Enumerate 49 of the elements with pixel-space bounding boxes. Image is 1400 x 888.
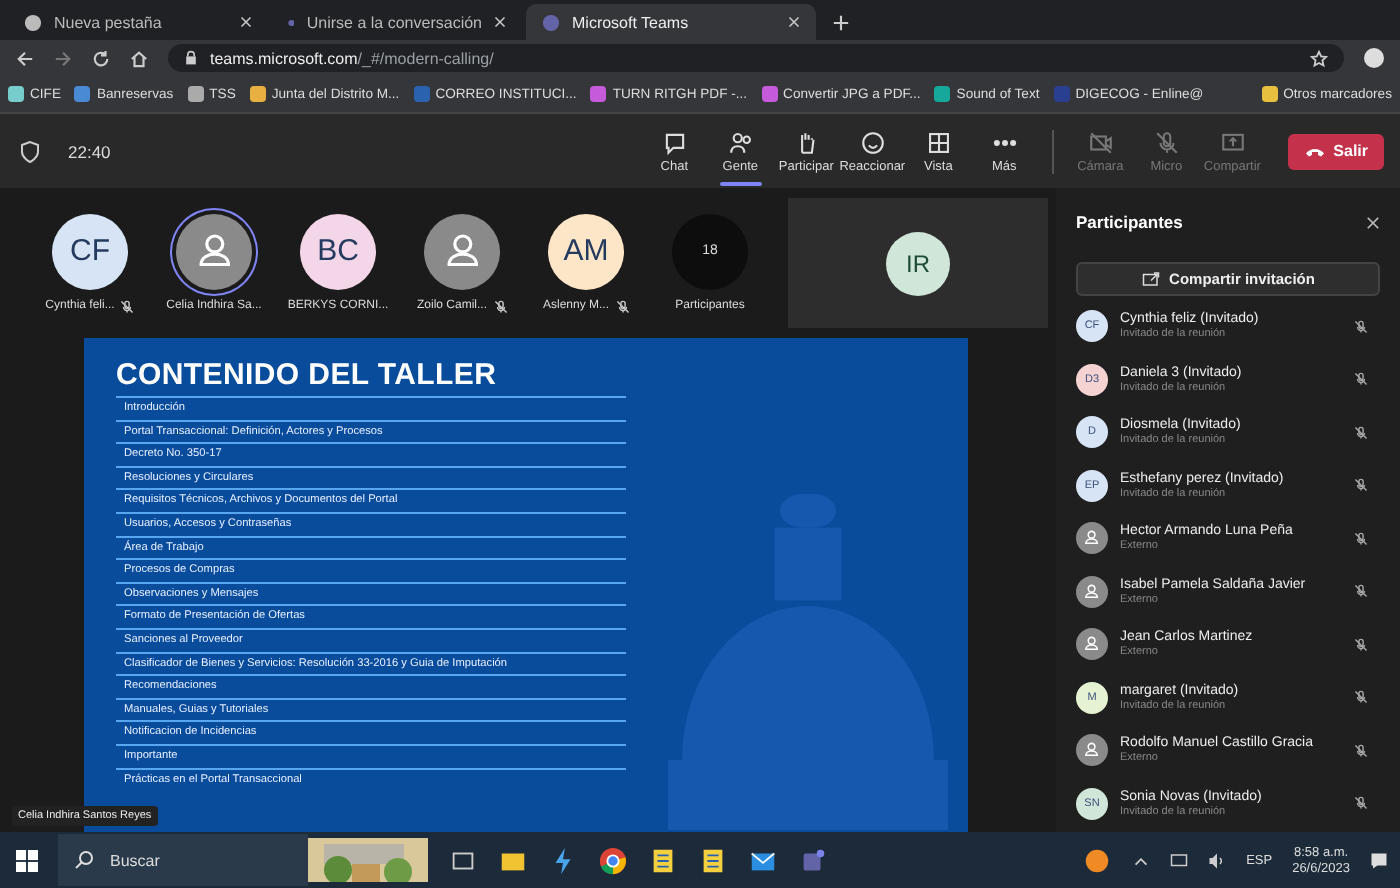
- phone-icon: [1303, 145, 1326, 157]
- close-icon[interactable]: [240, 16, 252, 28]
- avatar: IR: [886, 231, 950, 295]
- panel-title: Participantes: [1076, 212, 1183, 232]
- profile-icon[interactable]: [1364, 48, 1384, 68]
- lock-icon: [184, 50, 198, 66]
- avatar: [1076, 575, 1108, 608]
- share-icon: [1141, 270, 1160, 288]
- volume-icon[interactable]: [1208, 851, 1227, 869]
- smile-icon: [859, 129, 886, 155]
- teams-icon[interactable]: [798, 845, 828, 875]
- windows-start-icon[interactable]: [16, 849, 38, 871]
- avatar: [1076, 628, 1108, 661]
- app-icon[interactable]: [648, 845, 678, 875]
- home-icon[interactable]: [130, 49, 148, 67]
- chrome-icon[interactable]: [598, 845, 628, 875]
- avatar: [1076, 734, 1108, 767]
- status-icon[interactable]: [1082, 845, 1113, 875]
- share-icon: [1219, 129, 1246, 155]
- browser-tab[interactable]: Microsoft Teams: [526, 4, 816, 40]
- slide-title: CONTENIDO DEL TALLER: [116, 358, 499, 392]
- address-field[interactable]: teams.microsoft.com/_#/modern-calling/: [168, 44, 1344, 72]
- avatar: CF: [52, 213, 128, 289]
- people-icon: [727, 129, 754, 155]
- browser-tab[interactable]: Nueva pestaña: [8, 4, 268, 40]
- close-icon[interactable]: [788, 16, 800, 28]
- back-icon[interactable]: [16, 49, 34, 67]
- network-icon[interactable]: [1170, 851, 1189, 869]
- browser-tab[interactable]: Unirse a la conversación: [272, 4, 522, 40]
- chat-icon: [661, 129, 688, 155]
- app-icon[interactable]: [698, 845, 728, 875]
- shield-icon: [20, 139, 40, 163]
- mic-icon: [1153, 129, 1180, 155]
- forward-icon[interactable]: [54, 49, 72, 67]
- star-icon[interactable]: [1310, 49, 1328, 67]
- camera-icon: [1087, 129, 1114, 155]
- reload-icon[interactable]: [92, 49, 110, 67]
- close-icon[interactable]: [494, 16, 506, 28]
- teams-icon: [542, 13, 560, 31]
- close-icon[interactable]: [1366, 215, 1380, 229]
- new-tab-icon[interactable]: [832, 14, 850, 32]
- avatar: AM: [548, 213, 624, 289]
- leave-button[interactable]: Salir: [1287, 133, 1384, 169]
- notification-icon[interactable]: [1370, 851, 1388, 869]
- avatar: [1076, 522, 1108, 555]
- grid-icon: [925, 129, 952, 155]
- search-field[interactable]: Buscar: [58, 834, 308, 886]
- avatar: BC: [300, 213, 376, 289]
- call-timer: 22:40: [68, 141, 111, 161]
